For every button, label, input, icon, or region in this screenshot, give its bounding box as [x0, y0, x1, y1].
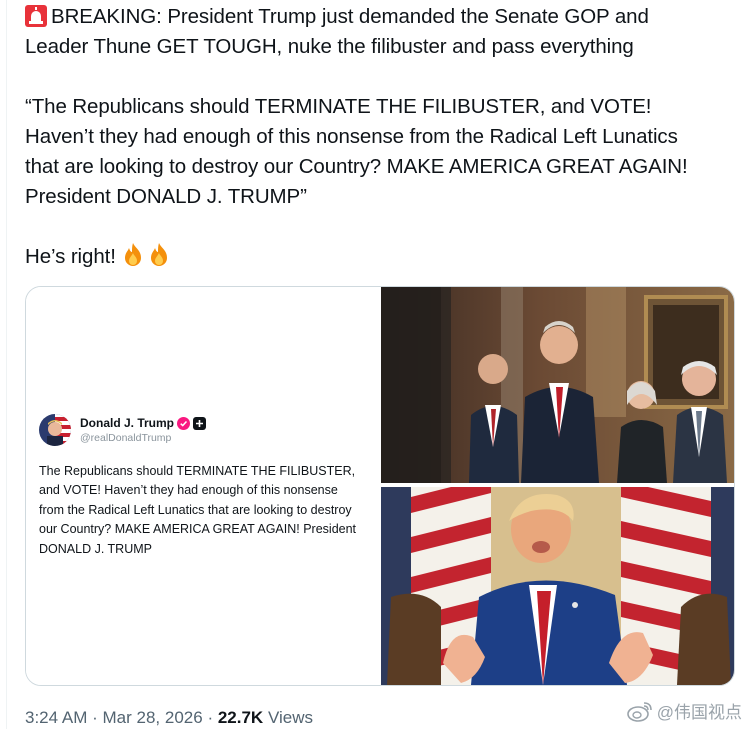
affiliate-badge-icon: [193, 416, 207, 430]
tweet-quote: “The Republicans should TERMINATE THE FI…: [25, 95, 688, 208]
verified-badge-icon: [177, 416, 191, 430]
tweet-closing-line: He’s right!: [25, 242, 737, 272]
tweet-headline: BREAKING: President Trump just demanded …: [51, 5, 649, 28]
left-border: [6, 0, 7, 729]
watermark-text: @伟国视点: [656, 703, 742, 722]
post-date[interactable]: Mar 28, 2026: [103, 708, 203, 727]
meta-separator: ·: [92, 708, 98, 727]
tweet-line-1: BREAKING: President Trump just demanded …: [25, 2, 737, 32]
meta-separator: ·: [207, 708, 214, 727]
views-count: 22.7K: [217, 708, 264, 727]
media-grid[interactable]: Donald J. Trump @realDonaldTrump The Rep…: [25, 286, 735, 686]
tweet-line-2: Leader Thune GET TOUGH, nuke the filibus…: [25, 35, 634, 58]
rotating-light-icon: [25, 5, 47, 27]
embed-header: Donald J. Trump @realDonaldTrump: [39, 414, 207, 446]
photo-president[interactable]: [381, 487, 734, 685]
weibo-logo-icon: [626, 701, 652, 722]
photo-senators[interactable]: [381, 287, 734, 483]
watermark: @伟国视点: [626, 698, 742, 723]
tweet-closing: He’s right!: [25, 245, 116, 268]
fire-icon: [125, 243, 142, 266]
embedded-post-screenshot[interactable]: Donald J. Trump @realDonaldTrump The Rep…: [26, 287, 379, 685]
embed-author-name: Donald J. Trump: [80, 416, 175, 430]
views-label: Views: [267, 708, 313, 727]
post-meta: 3:24 AM · Mar 28, 2026 · 22.7K Views: [25, 708, 313, 728]
embed-author-handle: @realDonaldTrump: [80, 432, 172, 444]
tweet-text: BREAKING: President Trump just demanded …: [25, 2, 737, 272]
fire-icon: [151, 243, 168, 266]
avatar: [39, 414, 71, 446]
embed-post-text: The Republicans should TERMINATE THE FIL…: [39, 464, 357, 556]
post-time[interactable]: 3:24 AM: [25, 708, 87, 727]
